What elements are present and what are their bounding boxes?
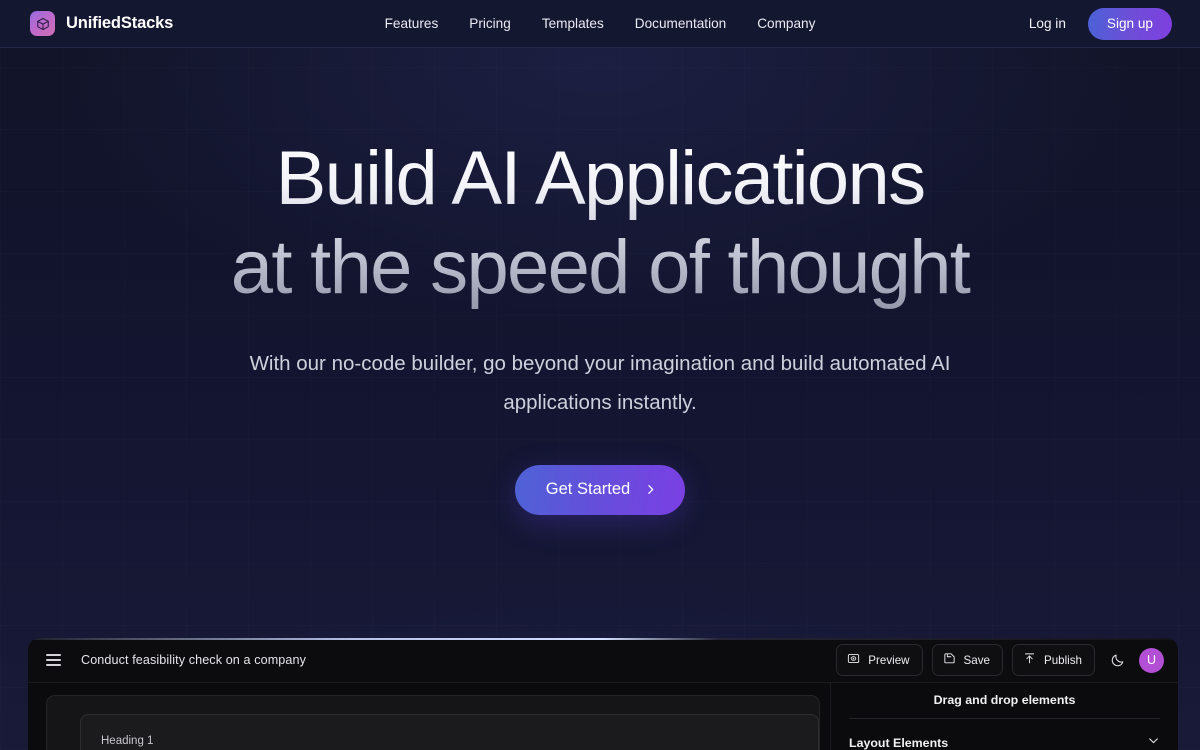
nav-link-documentation[interactable]: Documentation — [635, 16, 726, 31]
builder-body: Heading 1 Drag and drop elements Layout … — [28, 683, 1178, 750]
nav-links: Features Pricing Templates Documentation… — [385, 16, 816, 31]
panel-top-glow — [28, 638, 1178, 640]
builder-toolbar-actions: Preview Save Publish U — [836, 644, 1164, 676]
nav-link-templates[interactable]: Templates — [542, 16, 604, 31]
preview-button-label: Preview — [868, 653, 910, 667]
save-disk-icon — [943, 652, 956, 668]
upload-publish-icon — [1023, 652, 1036, 668]
nav-link-company[interactable]: Company — [757, 16, 815, 31]
publish-button-label: Publish — [1043, 653, 1082, 667]
brand-logo-area[interactable]: UnifiedStacks — [30, 11, 173, 36]
hero-section: Build AI Applications at the speed of th… — [0, 48, 1200, 515]
cta-container: Get Started — [0, 465, 1200, 515]
elements-side-panel: Drag and drop elements Layout Elements — [830, 683, 1178, 750]
canvas-block[interactable]: Heading 1 — [80, 714, 819, 750]
publish-button[interactable]: Publish — [1011, 644, 1095, 676]
hamburger-menu-icon[interactable] — [46, 654, 61, 666]
chevron-right-icon — [644, 483, 657, 496]
save-button[interactable]: Save — [931, 644, 1003, 676]
builder-preview-panel: Conduct feasibility check on a company P… — [28, 638, 1178, 750]
eye-preview-icon — [847, 652, 860, 668]
nav-actions: Log in Sign up — [1029, 7, 1172, 40]
avatar[interactable]: U — [1139, 647, 1164, 673]
cube-icon — [30, 11, 55, 36]
headline-line-2: at the speed of thought — [230, 225, 970, 310]
login-link[interactable]: Log in — [1029, 16, 1066, 31]
page-title: Build AI Applications at the speed of th… — [0, 134, 1200, 312]
panel-section-layout-elements[interactable]: Layout Elements — [849, 719, 1160, 750]
builder-canvas[interactable]: Heading 1 — [46, 695, 820, 750]
brand-name: UnifiedStacks — [66, 14, 174, 32]
chevron-down-icon — [1147, 734, 1160, 750]
moon-icon[interactable] — [1104, 647, 1130, 673]
panel-heading: Drag and drop elements — [849, 693, 1160, 719]
headline-line-1: Build AI Applications — [275, 136, 925, 221]
save-button-label: Save — [963, 653, 990, 667]
panel-section-label: Layout Elements — [849, 736, 949, 750]
document-title: Conduct feasibility check on a company — [81, 653, 307, 667]
builder-toolbar: Conduct feasibility check on a company P… — [28, 638, 1178, 683]
preview-button[interactable]: Preview — [836, 644, 923, 676]
top-navigation-bar: UnifiedStacks Features Pricing Templates… — [0, 0, 1200, 48]
builder-canvas-column: Heading 1 — [28, 683, 830, 750]
nav-link-pricing[interactable]: Pricing — [469, 16, 511, 31]
hero-subtitle: With our no-code builder, go beyond your… — [249, 352, 951, 414]
cta-label: Get Started — [545, 480, 631, 498]
nav-link-features[interactable]: Features — [385, 16, 439, 31]
landing-page: UnifiedStacks Features Pricing Templates… — [0, 0, 1200, 750]
get-started-button[interactable]: Get Started — [514, 465, 686, 515]
signup-button[interactable]: Sign up — [1087, 7, 1172, 40]
canvas-block-label: Heading 1 — [101, 735, 154, 747]
